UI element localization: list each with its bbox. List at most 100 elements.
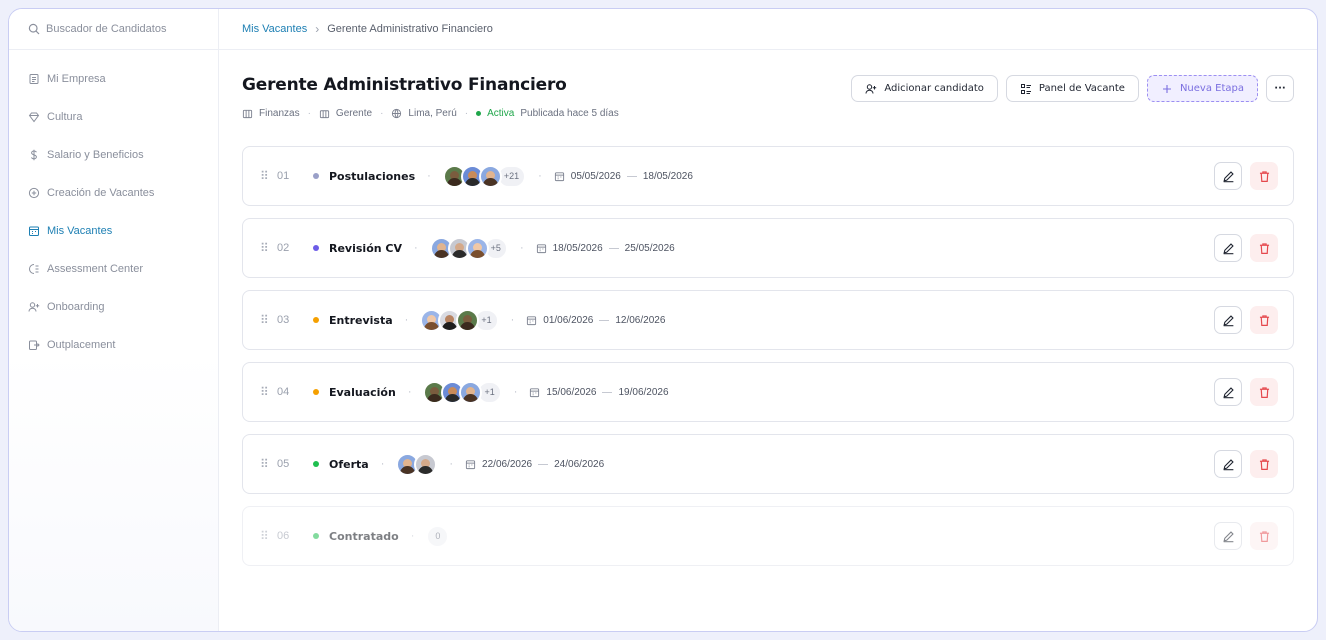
date-range-dash: [538, 463, 549, 465]
breadcrumb-mis-vacantes[interactable]: Mis Vacantes: [242, 23, 307, 35]
vacancy-panel-button[interactable]: Panel de Vacante: [1005, 75, 1139, 102]
stage-color-dot: [313, 317, 319, 323]
calendar-icon: [29, 226, 39, 236]
delete-stage-button[interactable]: [1250, 162, 1278, 190]
stage-row[interactable]: ⠿ 01 Postulaciones · +21 · 05/05/2026 18/05/202…: [242, 146, 1294, 206]
edit-stage-button[interactable]: [1214, 234, 1242, 262]
delete-stage-button[interactable]: [1250, 450, 1278, 478]
list-icon: [1020, 83, 1031, 94]
calendar-icon: [527, 315, 537, 325]
sidebar-item-assessment-center[interactable]: Assessment Center: [9, 250, 218, 288]
pencil-icon: [1222, 242, 1234, 254]
candidate-avatars: [396, 452, 438, 476]
delete-stage-button[interactable]: [1250, 378, 1278, 406]
delete-stage-button[interactable]: [1250, 234, 1278, 262]
more-options-button[interactable]: ···: [1266, 75, 1294, 102]
stage-number: 06: [277, 530, 290, 542]
avatar[interactable]: [478, 164, 502, 188]
calendar-icon: [536, 243, 546, 253]
separator: ·: [510, 314, 515, 326]
drag-handle-icon[interactable]: ⠿: [260, 458, 270, 470]
stage-number: 01: [277, 170, 290, 182]
stage-row[interactable]: ⠿ 03 Entrevista · +1 · 01/06/2026 12/06/2026: [242, 290, 1294, 350]
separator: ·: [513, 386, 518, 398]
edit-stage-button[interactable]: [1214, 450, 1242, 478]
sidebar-item-onboarding[interactable]: Onboarding: [9, 288, 218, 326]
vacancy-meta: Finanzas · Gerente · Lima, Perú · Activa…: [242, 108, 619, 119]
separator: ·: [404, 314, 409, 326]
drag-handle-icon[interactable]: ⠿: [260, 386, 270, 398]
sidebar-item-label: Creación de Vacantes: [47, 187, 155, 199]
pencil-icon: [1222, 458, 1234, 470]
delete-stage-button[interactable]: [1250, 522, 1278, 550]
stage-row[interactable]: ⠿ 06 Contratado · 0: [242, 506, 1294, 566]
vacancy-level: Gerente: [335, 108, 373, 119]
calendar-icon: [530, 387, 540, 397]
separator: ·: [380, 108, 384, 119]
stage-number: 02: [277, 242, 290, 254]
diamond-icon: [28, 112, 40, 123]
trash-icon: [1259, 170, 1269, 182]
stage-number: 05: [277, 458, 290, 470]
stage-start-date: 18/05/2026: [552, 242, 603, 254]
stage-row[interactable]: ⠿ 02 Revisión CV · +5 · 18/05/2026 25/05/2026: [242, 218, 1294, 278]
stage-name: Evaluación: [329, 385, 396, 399]
candidate-avatars: +5: [429, 236, 508, 260]
sidebar-item-mis-vacantes[interactable]: Mis Vacantes: [9, 212, 218, 250]
stage-start-date: 01/06/2026: [543, 314, 594, 326]
candidate-search[interactable]: Buscador de Candidatos: [9, 9, 218, 50]
sidebar-item-cultura[interactable]: Cultura: [9, 98, 218, 136]
date-range-dash: [626, 175, 637, 177]
calendar-icon: [554, 171, 564, 181]
edit-stage-button[interactable]: [1214, 378, 1242, 406]
stage-end-date: 24/06/2026: [554, 458, 605, 470]
stage-number: 03: [277, 314, 290, 326]
separator: ·: [307, 108, 311, 119]
candidate-avatars: 0: [426, 524, 450, 548]
sidebar-item-mi-empresa[interactable]: Mi Empresa: [9, 60, 218, 98]
date-range-dash: [602, 391, 613, 393]
avatar[interactable]: [414, 452, 438, 476]
new-stage-button[interactable]: Nueva Etapa: [1146, 75, 1258, 102]
sidebar-item-creacion-de-vacantes[interactable]: Creación de Vacantes: [9, 174, 218, 212]
sidebar-item-salario-y-beneficios[interactable]: Salario y Beneficios: [9, 136, 218, 174]
sidebar-item-label: Onboarding: [47, 301, 105, 313]
stage-name: Revisión CV: [329, 241, 402, 255]
edit-stage-button[interactable]: [1214, 522, 1242, 550]
delete-stage-button[interactable]: [1250, 306, 1278, 334]
drag-handle-icon[interactable]: ⠿: [260, 170, 270, 182]
avatar[interactable]: [459, 380, 483, 404]
add-candidate-label: Adicionar candidato: [884, 83, 984, 94]
published-text: Publicada hace 5 días: [520, 108, 619, 119]
sidebar-item-label: Outplacement: [47, 339, 116, 351]
avatar[interactable]: [465, 236, 489, 260]
stage-name: Postulaciones: [329, 169, 416, 183]
trash-icon: [1259, 530, 1269, 542]
separator: ·: [414, 242, 418, 254]
drag-handle-icon[interactable]: ⠿: [260, 242, 270, 254]
stage-color-dot: [313, 461, 319, 467]
stage-dates: 01/06/2026 12/06/2026: [526, 315, 665, 326]
sidebar-item-outplacement[interactable]: Outplacement: [9, 326, 218, 364]
separator: ·: [449, 458, 454, 470]
separator: ·: [427, 170, 431, 182]
stage-number: 04: [277, 386, 290, 398]
assessment-icon: [29, 264, 39, 274]
briefcase-icon: [319, 110, 330, 119]
separator: ·: [380, 458, 385, 470]
sidebar-item-label: Salario y Beneficios: [47, 149, 144, 161]
trash-icon: [1259, 242, 1269, 254]
separator: ·: [464, 108, 469, 119]
stage-dates: 05/05/2026 18/05/2026: [554, 171, 693, 182]
trash-icon: [1259, 458, 1269, 470]
candidate-count-badge[interactable]: 0: [426, 524, 450, 548]
drag-handle-icon[interactable]: ⠿: [260, 314, 270, 326]
drag-handle-icon[interactable]: ⠿: [260, 530, 270, 542]
stage-row[interactable]: ⠿ 04 Evaluación · +1 · 15/06/2026 19/06/2026: [242, 362, 1294, 422]
avatar[interactable]: [456, 308, 480, 332]
edit-stage-button[interactable]: [1214, 162, 1242, 190]
edit-stage-button[interactable]: [1214, 306, 1242, 334]
add-candidate-button[interactable]: Adicionar candidato: [851, 75, 998, 102]
vacancy-panel-label: Panel de Vacante: [1038, 83, 1125, 94]
stage-row[interactable]: ⠿ 05 Oferta · · 22/06/2026 24/06/2026: [242, 434, 1294, 494]
